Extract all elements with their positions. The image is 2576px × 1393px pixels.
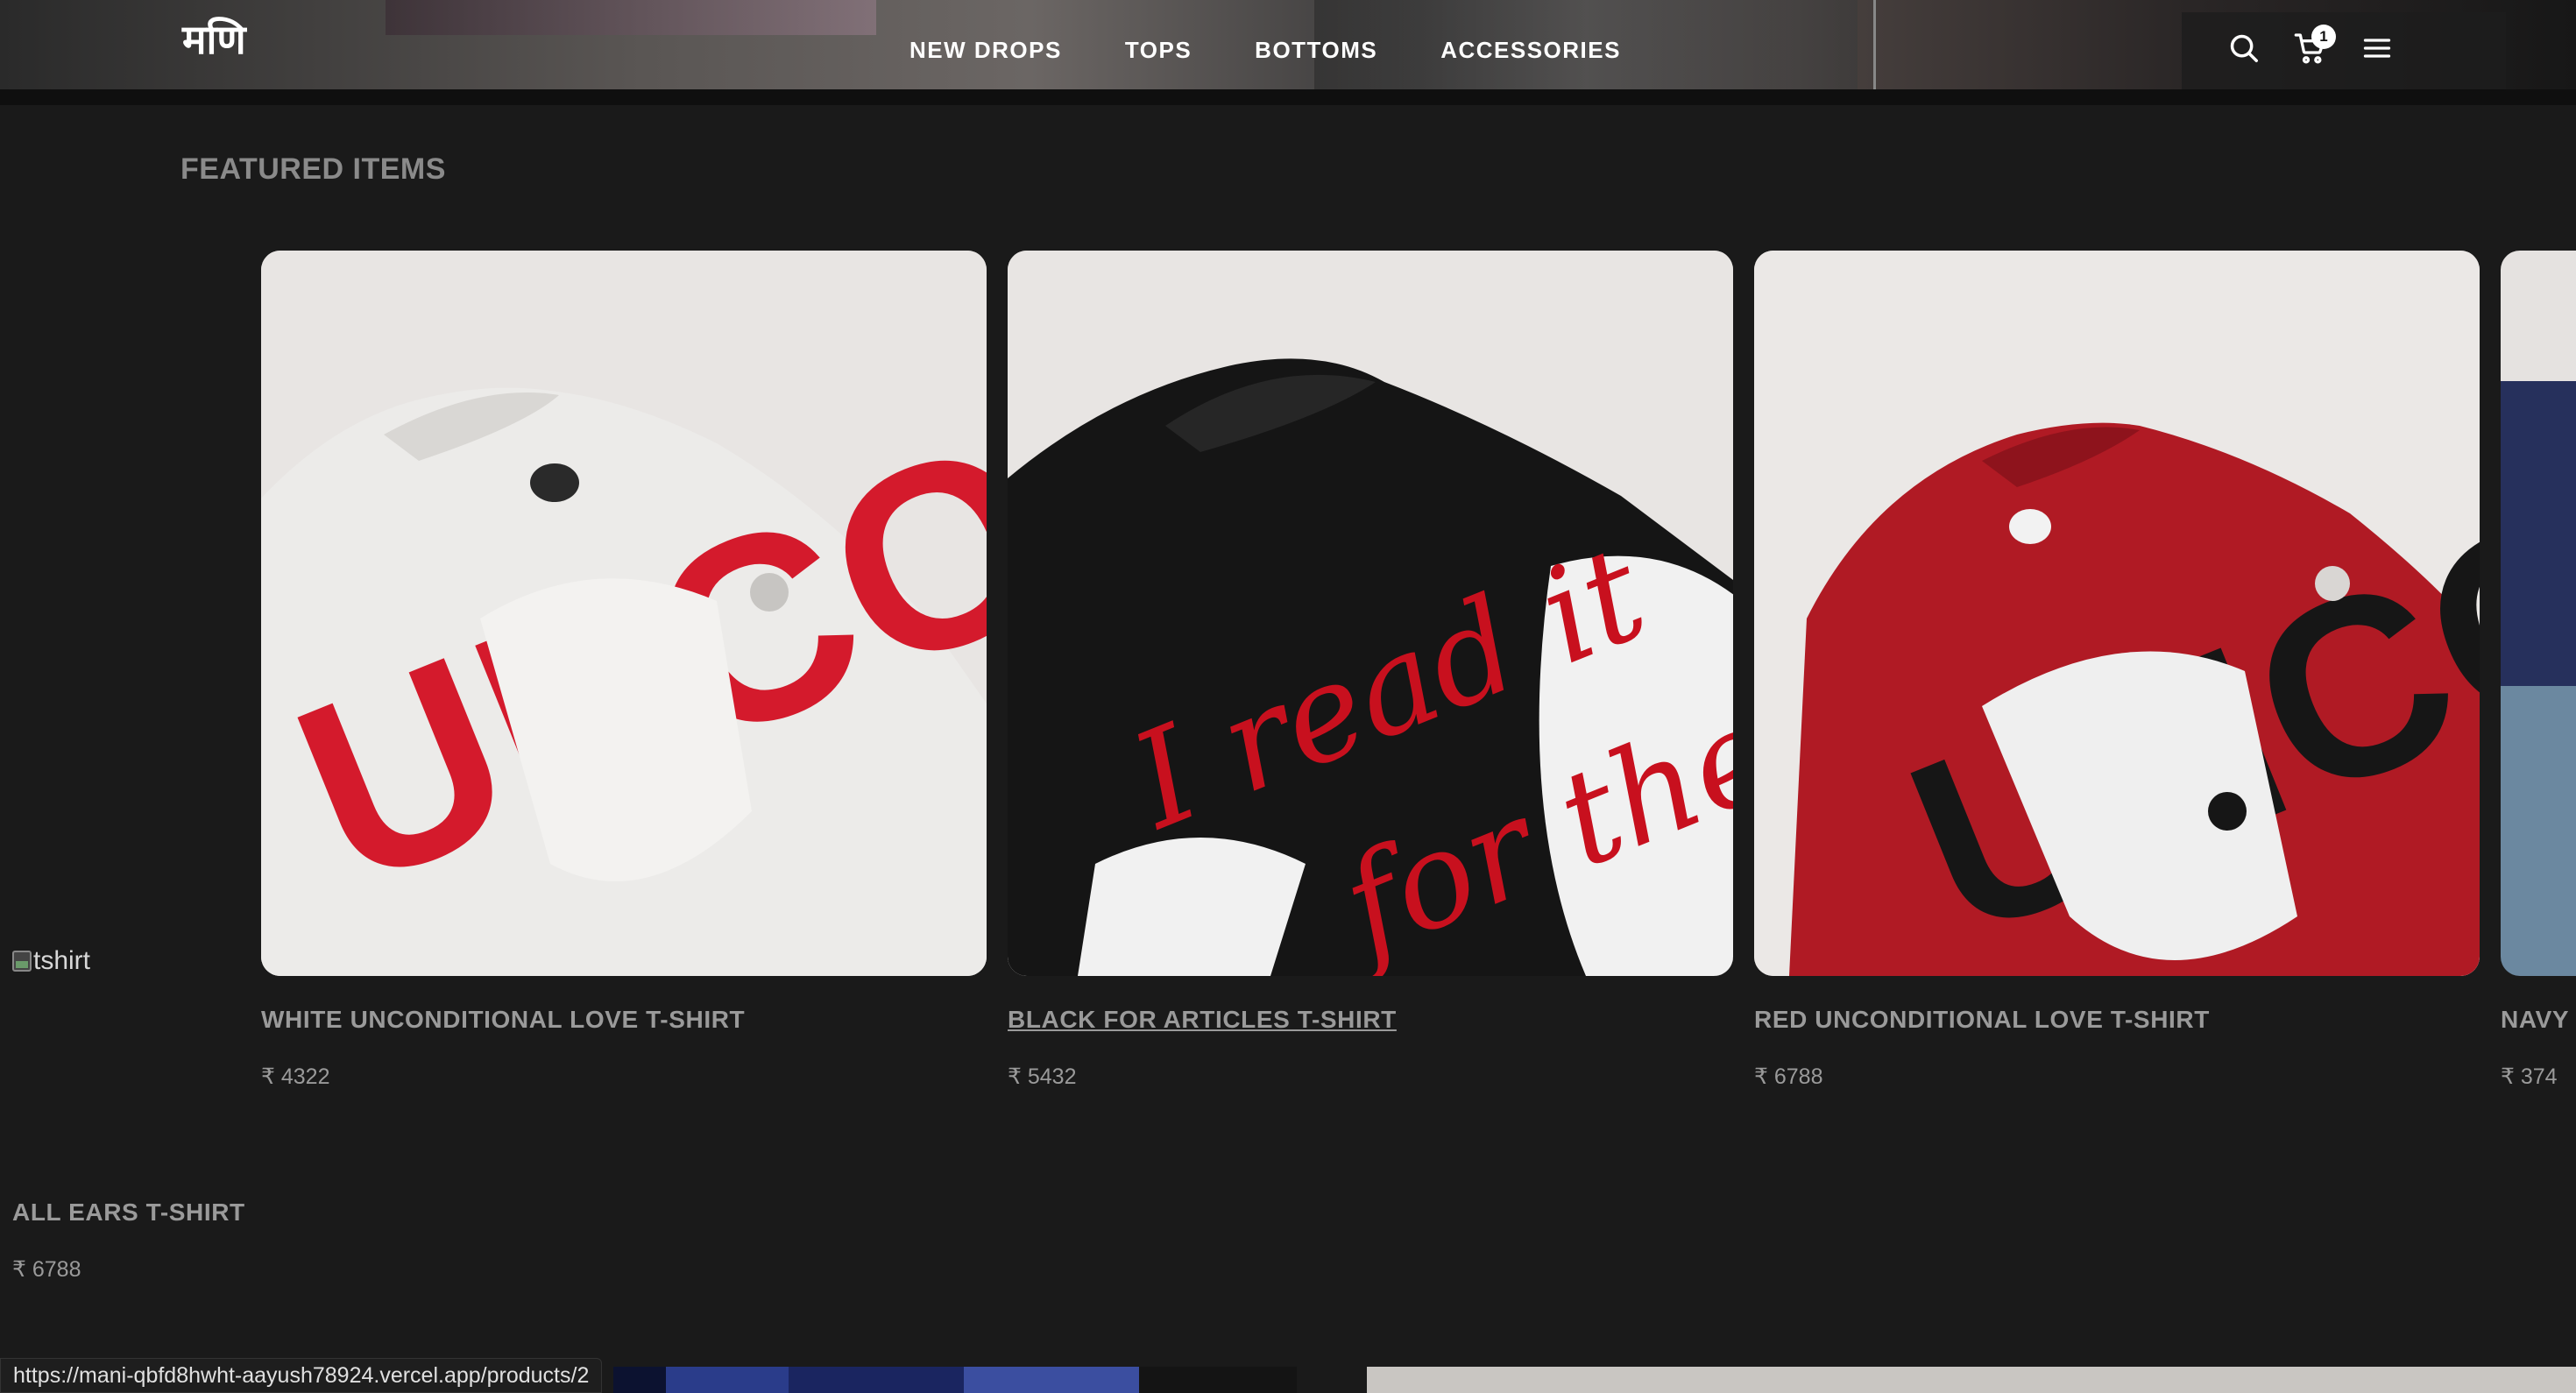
product-name[interactable]: RED UNCONDITIONAL LOVE T-SHIRT [1754,1006,2210,1034]
product-name[interactable]: BLACK FOR ARTICLES T-SHIRT [1008,1006,1397,1034]
black-tshirt-illustration: I read it for the [1008,251,1733,976]
nav-tops[interactable]: TOPS [1125,35,1192,67]
link-status-bar: https://mani-qbfd8hwht-aayush78924.verce… [0,1358,603,1393]
broken-image-icon [12,951,32,972]
section-title: FEATURED ITEMS [180,152,446,186]
search-button[interactable] [2226,30,2262,67]
product-image[interactable]: UNCO [1754,251,2480,976]
product-image[interactable] [2501,251,2576,976]
product-price: ₹ 6788 [12,1257,81,1282]
product-card[interactable]: I read it for the BLACK FOR ARTICLES T-S… [1008,251,1733,1089]
header-icons: 1 [2226,25,2396,70]
menu-button[interactable] [2359,30,2396,67]
product-name[interactable]: NAVY [2501,1006,2569,1034]
nav-new-drops[interactable]: NEW DROPS [909,35,1062,67]
product-name[interactable]: WHITE UNCONDITIONAL LOVE T-SHIRT [261,1006,745,1034]
product-price: ₹ 5432 [1008,1064,1077,1089]
nav-bottoms[interactable]: BOTTOMS [1255,35,1377,67]
nav-accessories[interactable]: ACCESSORIES [1440,35,1621,67]
header-banner-image [1873,0,1876,89]
product-price: ₹ 6788 [1754,1064,1823,1089]
product-name[interactable]: ALL EARS T-SHIRT [12,1199,245,1227]
product-card[interactable]: UNCO WHITE UNCONDITIONAL LOVE T-SHIRT ₹ … [261,251,987,1089]
header-divider [0,89,2576,105]
white-tshirt-illustration: UNCO [261,251,987,976]
cart-button[interactable]: 1 [2292,25,2336,67]
broken-product-image[interactable]: tshirt [12,946,90,976]
product-price: ₹ 374 [2501,1064,2558,1089]
product-price: ₹ 4322 [261,1064,330,1089]
product-image[interactable]: UNCO [261,251,987,976]
product-image[interactable]: I read it for the [1008,251,1733,976]
product-card[interactable]: NAVY ₹ 374 [2501,251,2576,1109]
site-header: मणि NEW DROPS TOPS BOTTOMS ACCESSORIES 1 [0,0,2576,89]
broken-image-alt-text: tshirt [33,946,91,975]
main-nav: NEW DROPS TOPS BOTTOMS ACCESSORIES [909,35,1621,67]
red-tshirt-illustration: UNCO [1754,251,2480,976]
menu-icon [2363,39,2391,58]
search-icon [2230,34,2258,62]
header-banner-image [386,0,876,35]
product-card[interactable]: UNCO RED UNCONDITIONAL LOVE T-SHIRT ₹ 67… [1754,251,2480,1089]
site-logo[interactable]: मणि [182,19,246,60]
cart-count-badge: 1 [2311,25,2336,49]
